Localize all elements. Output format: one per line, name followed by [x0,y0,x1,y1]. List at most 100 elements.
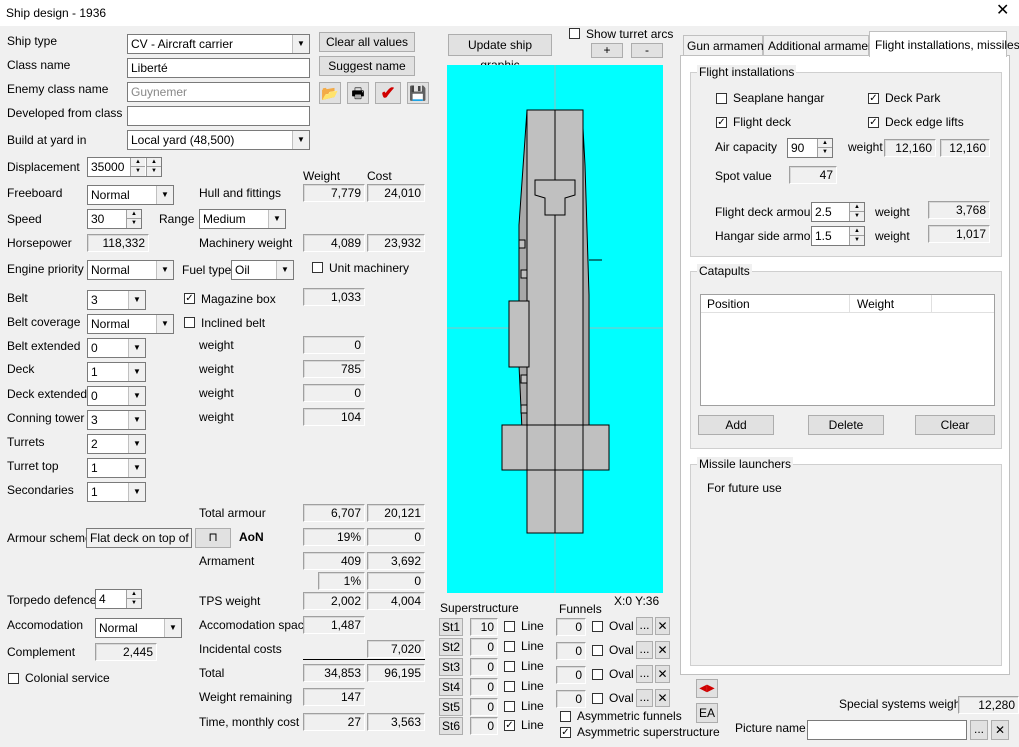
close-icon[interactable]: ✕ [996,3,1009,19]
funnel3-oval-checkbox[interactable] [592,669,603,680]
tab-flight-installations[interactable]: Flight installations, missiles [869,31,1019,57]
clear-all-values-button[interactable]: Clear all values [319,32,415,52]
ship-type-select[interactable]: CV - Aircraft carrier ▼ [127,34,310,54]
secondaries-select[interactable]: 1 ▼ [87,482,146,502]
belt-select[interactable]: 3 ▼ [87,290,146,310]
deck-edge-lifts-checkbox[interactable]: ✓ [868,117,879,128]
checkmark-icon[interactable]: ✔ [375,82,401,104]
st2-button[interactable]: St2 [439,638,463,656]
open-folder-icon[interactable]: 📂 [319,82,341,104]
tab-gun-armament[interactable]: Gun armament [683,35,767,56]
spin-up-icon[interactable]: ▲ [131,158,145,167]
magazine-box-checkbox[interactable]: ✓ [184,293,195,304]
st2-line-checkbox[interactable] [504,641,515,652]
zoom-out-button[interactable]: - [631,43,663,58]
update-ship-graphic-button[interactable]: Update ship graphic [448,34,552,72]
deck-extended-select[interactable]: 0 ▼ [87,386,146,406]
spin-down-icon[interactable]: ▼ [131,167,145,176]
spin-down-icon[interactable]: ▼ [127,219,141,228]
armour-scheme-icon[interactable]: ⊓ [195,528,231,548]
funnel3-delete-icon[interactable]: ✕ [655,665,670,683]
st6-line-checkbox[interactable]: ✓ [504,720,515,731]
developed-from-input[interactable] [127,106,310,126]
belt-extended-select[interactable]: 0 ▼ [87,338,146,358]
tab-additional-armament[interactable]: Additional armament [763,35,878,56]
armour-scheme-input[interactable]: Flat deck on top of [86,528,192,548]
picture-browse-button[interactable]: ... [970,720,988,740]
conning-tower-select[interactable]: 3 ▼ [87,410,146,430]
funnel1-oval-checkbox[interactable] [592,621,603,632]
turret-top-select[interactable]: 1 ▼ [87,458,146,478]
enemy-class-name-input[interactable]: Guynemer [127,82,310,102]
speed-stepper[interactable]: 30 ▲ ▼ [87,209,142,229]
funnel4-delete-icon[interactable]: ✕ [655,689,670,707]
catapult-clear-button[interactable]: Clear [915,415,995,435]
arrows-icon[interactable]: ◀▶ [696,679,718,698]
hangar-side-armour-stepper[interactable]: 1.5 ▲ ▼ [811,226,865,246]
funnel1-ellipsis-button[interactable]: ... [636,617,653,635]
funnel2-oval-checkbox[interactable] [592,645,603,656]
funnel2-ellipsis-button[interactable]: ... [636,641,653,659]
st5-button[interactable]: St5 [439,698,463,716]
print-icon[interactable]: 🖶 [347,82,369,104]
asym-funnels-checkbox[interactable] [560,711,571,722]
asym-super-checkbox[interactable]: ✓ [560,727,571,738]
suggest-name-button[interactable]: Suggest name [319,56,415,76]
fuel-type-select[interactable]: Oil ▼ [231,260,294,280]
seaplane-hangar-checkbox[interactable] [716,93,727,104]
ship-graphic-canvas[interactable] [447,65,663,593]
spin-up-icon[interactable]: ▲ [818,139,832,148]
show-turret-arcs-checkbox[interactable] [569,28,580,39]
st1-button[interactable]: St1 [439,618,463,636]
spin-down-icon[interactable]: ▼ [147,167,161,176]
flight-deck-armour-stepper[interactable]: 2.5 ▲ ▼ [811,202,865,222]
funnel4-oval-checkbox[interactable] [592,693,603,704]
torpedo-defence-stepper[interactable]: 4 ▲ ▼ [95,589,142,609]
col-position[interactable]: Position [707,297,750,311]
st1-line-checkbox[interactable] [504,621,515,632]
st4-button[interactable]: St4 [439,678,463,696]
colonial-service-checkbox[interactable] [8,673,19,684]
displacement-stepper[interactable]: 35000 ▲ ▼ ▲ ▼ [87,157,162,177]
spin-down-icon[interactable]: ▼ [818,148,832,157]
spin-up-icon[interactable]: ▲ [850,203,864,212]
spin-up-icon[interactable]: ▲ [127,590,141,599]
zoom-in-button[interactable]: + [591,43,623,58]
engine-priority-select[interactable]: Normal ▼ [87,260,174,280]
catapults-table[interactable]: Position Weight [700,294,995,406]
picture-clear-icon[interactable]: ✕ [991,720,1009,740]
save-disk-icon[interactable]: 💾 [407,82,429,104]
spin-up-icon[interactable]: ▲ [850,227,864,236]
st3-button[interactable]: St3 [439,658,463,676]
air-capacity-stepper[interactable]: 90 ▲ ▼ [787,138,833,158]
turrets-select[interactable]: 2 ▼ [87,434,146,454]
picture-name-input[interactable] [807,720,967,740]
spin-down-icon[interactable]: ▼ [850,212,864,221]
belt-coverage-select[interactable]: Normal ▼ [87,314,174,334]
funnel4-ellipsis-button[interactable]: ... [636,689,653,707]
range-select[interactable]: Medium ▼ [199,209,286,229]
deck-park-checkbox[interactable]: ✓ [868,93,879,104]
unit-machinery-checkbox[interactable] [312,262,323,273]
catapult-add-button[interactable]: Add [698,415,774,435]
st4-line-checkbox[interactable] [504,681,515,692]
spin-up-icon[interactable]: ▲ [147,158,161,167]
spin-down-icon[interactable]: ▼ [850,236,864,245]
deck-select[interactable]: 1 ▼ [87,362,146,382]
funnel1-delete-icon[interactable]: ✕ [655,617,670,635]
funnel2-delete-icon[interactable]: ✕ [655,641,670,659]
st3-line-checkbox[interactable] [504,661,515,672]
build-at-yard-select[interactable]: Local yard (48,500) ▼ [127,130,310,150]
catapult-delete-button[interactable]: Delete [808,415,884,435]
ea-button[interactable]: EA [696,703,718,723]
spin-up-icon[interactable]: ▲ [127,210,141,219]
st5-line-checkbox[interactable] [504,701,515,712]
accomodation-select[interactable]: Normal ▼ [95,618,182,638]
spin-down-icon[interactable]: ▼ [127,599,141,608]
freeboard-select[interactable]: Normal ▼ [87,185,174,205]
funnel3-ellipsis-button[interactable]: ... [636,665,653,683]
st6-button[interactable]: St6 [439,717,463,735]
flight-deck-checkbox[interactable]: ✓ [716,117,727,128]
col-weight[interactable]: Weight [857,297,894,311]
inclined-belt-checkbox[interactable] [184,317,195,328]
